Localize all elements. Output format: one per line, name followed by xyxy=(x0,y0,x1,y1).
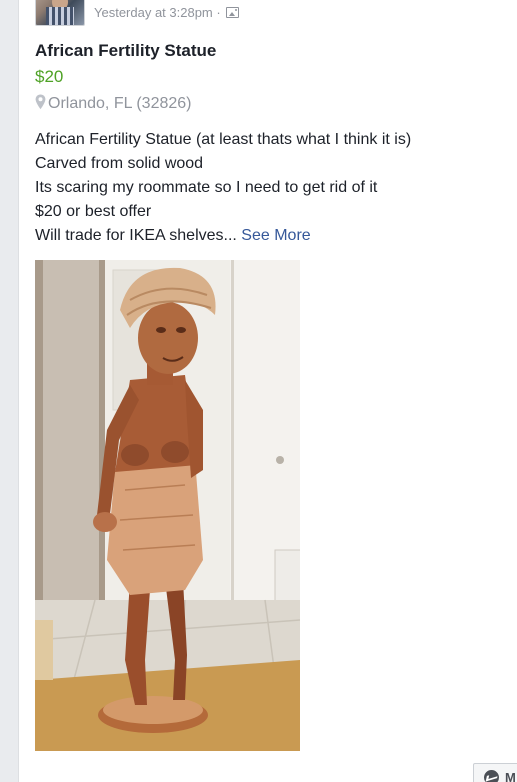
avatar-shirt xyxy=(46,7,74,25)
post-timestamp[interactable]: Yesterday at 3:28pm xyxy=(94,5,213,20)
listing-description: African Fertility Statue (at least thats… xyxy=(35,128,411,248)
avatar[interactable] xyxy=(35,0,85,26)
left-gutter xyxy=(0,0,18,782)
photo-icon xyxy=(226,7,240,18)
description-line: Carved from solid wood xyxy=(35,155,204,172)
description-text: Will trade for IKEA shelves... xyxy=(35,227,242,244)
marketplace-post-card: Yesterday at 3:28pm · African Fertility … xyxy=(18,0,517,782)
location-text: Orlando, FL (32826) xyxy=(48,95,192,112)
listing-price: $20 xyxy=(35,67,64,86)
description-line: Its scaring my roommate so I need to get… xyxy=(35,179,378,196)
listing-location: Orlando, FL (32826) xyxy=(35,94,191,113)
page: Yesterday at 3:28pm · African Fertility … xyxy=(0,0,517,782)
description-line-last: Will trade for IKEA shelves... See More xyxy=(35,224,411,248)
map-pin-icon xyxy=(35,94,46,110)
meta-separator: · xyxy=(216,5,221,20)
messenger-icon xyxy=(484,770,499,782)
message-seller-button[interactable]: M xyxy=(473,763,517,782)
see-more-link[interactable]: See More xyxy=(241,227,310,244)
description-line: African Fertility Statue (at least thats… xyxy=(35,131,412,148)
message-button-label: M xyxy=(505,770,516,782)
description-line: $20 or best offer xyxy=(35,203,152,220)
post-meta: Yesterday at 3:28pm · xyxy=(94,5,240,20)
listing-photo[interactable] xyxy=(35,260,300,751)
statue-photo-illustration xyxy=(35,260,300,751)
listing-title: African Fertility Statue xyxy=(35,41,217,60)
